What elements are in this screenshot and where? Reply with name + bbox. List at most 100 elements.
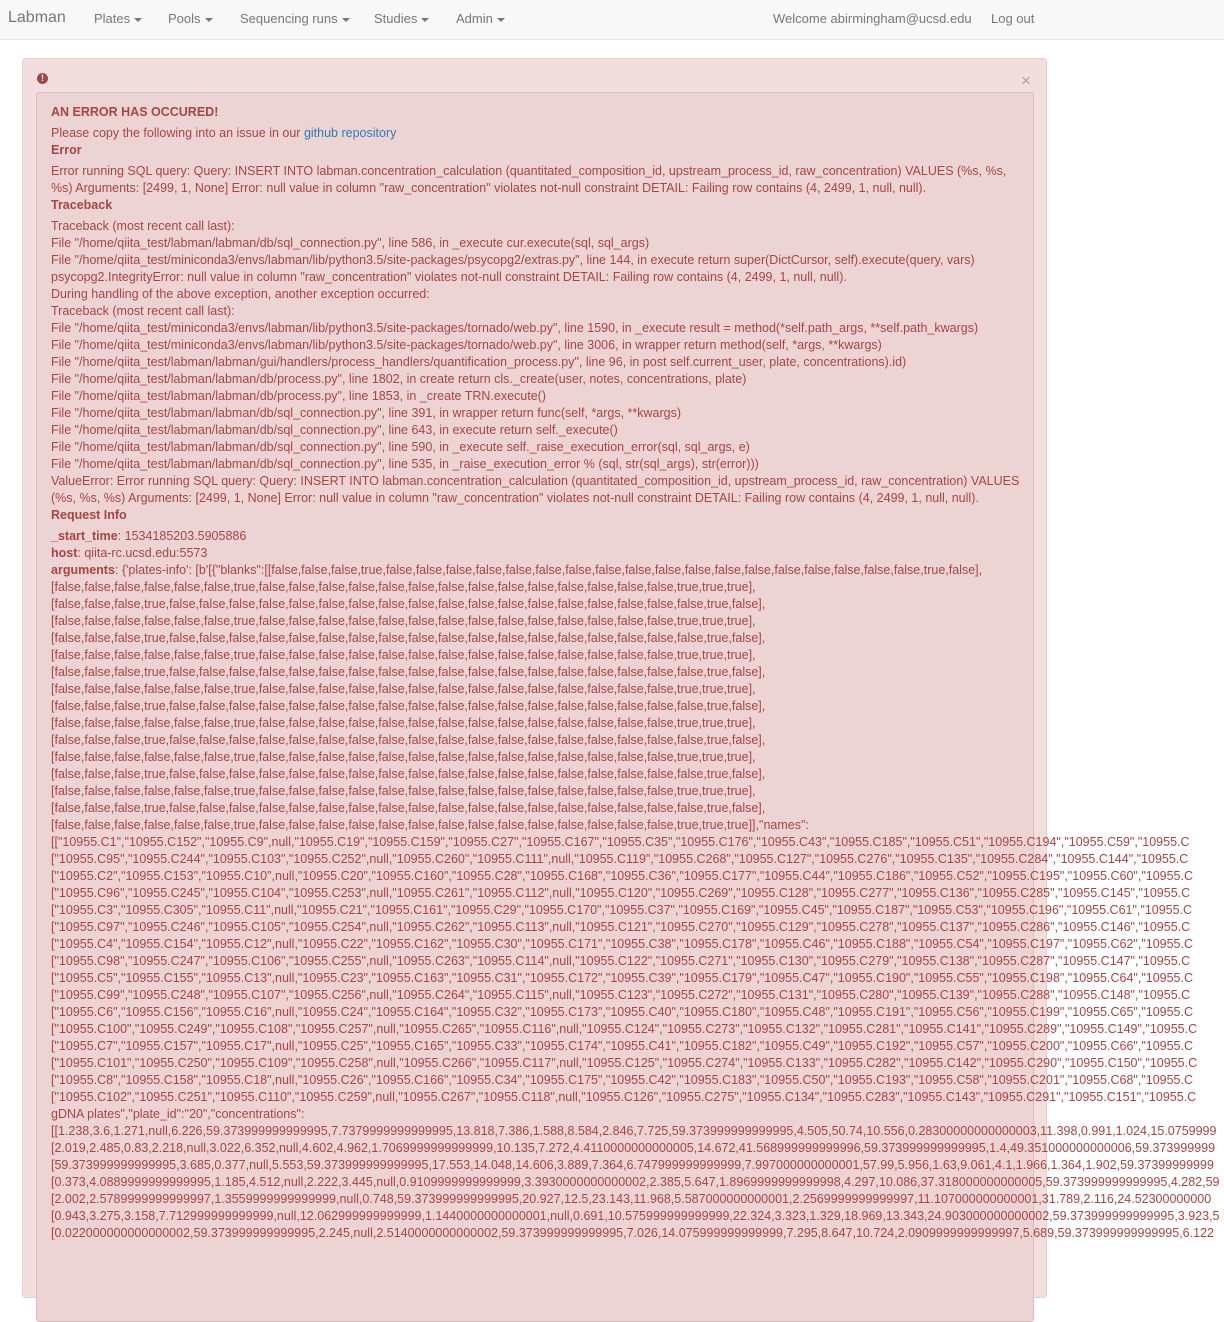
- argument-text: ["10955.C5","10955.C155","10955.C13",nul…: [51, 971, 1194, 985]
- argument-line: [false,false,false,false,false,false,tru…: [51, 681, 1224, 698]
- argument-line: [false,false,false,true,false,false,fals…: [51, 596, 1224, 613]
- argument-text: [false,false,false,true,false,false,fals…: [51, 665, 766, 679]
- argument-text: [2.019,2.485,0.83,2.218,null,3.022,6.352…: [51, 1141, 1216, 1155]
- argument-line: [false,false,false,true,false,false,fals…: [51, 630, 1224, 647]
- host-label: host: [51, 546, 78, 560]
- argument-text: ["10955.C4","10955.C154","10955.C12",nul…: [51, 937, 1194, 951]
- argument-line: ["10955.C6","10955.C156","10955.C16",nul…: [51, 1004, 1224, 1021]
- argument-line: [false,false,false,false,false,false,tru…: [51, 817, 1224, 834]
- arguments-label: arguments: [51, 563, 115, 577]
- argument-text: ["10955.C3","10955.C305","10955.C11",nul…: [51, 903, 1193, 917]
- argument-text: [false,false,false,true,false,false,fals…: [51, 631, 766, 645]
- nav-sequencing-runs-label: Sequencing runs: [240, 11, 338, 26]
- traceback-line: File "/home/qiita_test/labman/labman/db/…: [51, 389, 547, 403]
- argument-text: ["10955.C8","10955.C158","10955.C18",nul…: [51, 1073, 1194, 1087]
- argument-text: [2.002,2.5789999999999997,1.355999999999…: [51, 1192, 1212, 1206]
- nav-plates-label: Plates: [94, 11, 131, 26]
- caret-down-icon: [204, 17, 213, 22]
- argument-line: ["10955.C5","10955.C155","10955.C13",nul…: [51, 970, 1224, 987]
- traceback-line: Traceback (most recent call last):: [51, 219, 235, 233]
- argument-line: gDNA plates","plate_id":"20","concentrat…: [51, 1106, 1224, 1123]
- traceback-line: File "/home/qiita_test/miniconda3/envs/l…: [51, 338, 882, 352]
- host-value: : qiita-rc.ucsd.edu:5573: [77, 546, 208, 560]
- argument-line: [2.019,2.485,0.83,2.218,null,3.022,6.352…: [51, 1140, 1224, 1157]
- argument-text: [false,false,false,true,false,false,fals…: [51, 699, 766, 713]
- argument-line: [false,false,false,false,false,false,tru…: [51, 579, 1224, 596]
- value-error-message: ValueError: Error running SQL query: Que…: [51, 474, 1020, 505]
- argument-line: ["10955.C4","10955.C154","10955.C12",nul…: [51, 936, 1224, 953]
- argument-line: ["10955.C99","10955.C248","10955.C107","…: [51, 987, 1224, 1004]
- argument-line: [[1.238,3.6,1.271,null,6.226,59.37399999…: [51, 1123, 1224, 1140]
- traceback-line: File "/home/qiita_test/labman/labman/db/…: [51, 457, 759, 471]
- nav-admin-dropdown[interactable]: Admin: [456, 11, 505, 26]
- argument-line: [false,false,false,false,false,false,tru…: [51, 783, 1224, 800]
- argument-line: ["10955.C96","10955.C245","10955.C104","…: [51, 885, 1224, 902]
- argument-text: ["10955.C99","10955.C248","10955.C107","…: [51, 988, 1191, 1002]
- argument-line: ["10955.C98","10955.C247","10955.C106","…: [51, 953, 1224, 970]
- argument-text: [false,false,false,false,false,false,tru…: [51, 648, 756, 662]
- nav-pools-dropdown[interactable]: Pools: [168, 11, 213, 26]
- nav-studies-label: Studies: [374, 11, 418, 26]
- error-title: AN ERROR HAS OCCURED!: [51, 105, 219, 119]
- argument-text: [0.373,4.0889999999999995,1.185,4.512,nu…: [51, 1175, 1220, 1189]
- argument-text: [false,false,false,true,false,false,fals…: [51, 801, 766, 815]
- top-navbar: Labman Plates Pools Sequencing runs Stud…: [0, 0, 1224, 40]
- brand-link[interactable]: Labman: [8, 9, 66, 27]
- argument-line: ["10955.C101","10955.C250","10955.C109",…: [51, 1055, 1224, 1072]
- argument-line: [false,false,false,true,false,false,fals…: [51, 800, 1224, 817]
- caret-down-icon: [134, 17, 143, 22]
- start-time-value: : 1534185203.5905886: [117, 529, 247, 543]
- close-icon[interactable]: ×: [1021, 72, 1031, 89]
- start-time-row: _start_time: 1534185203.5905886: [51, 528, 1224, 545]
- argument-text: [false,false,false,false,false,false,tru…: [51, 682, 756, 696]
- argument-line: [false,false,false,true,false,false,fals…: [51, 732, 1224, 749]
- argument-text: ["10955.C97","10955.C246","10955.C105","…: [51, 920, 1191, 934]
- host-row: host: qiita-rc.ucsd.edu:5573: [51, 545, 1224, 562]
- traceback-line: File "/home/qiita_test/labman/labman/db/…: [51, 423, 618, 437]
- argument-text: [["10955.C1","10955.C152","10955.C9",nul…: [51, 835, 1190, 849]
- argument-text: [false,false,false,false,false,false,tru…: [51, 818, 809, 832]
- argument-text: [false,false,false,true,false,false,fals…: [51, 767, 766, 781]
- argument-line: ["10955.C97","10955.C246","10955.C105","…: [51, 919, 1224, 936]
- github-repository-link[interactable]: github repository: [304, 126, 396, 140]
- argument-line: [["10955.C1","10955.C152","10955.C9",nul…: [51, 834, 1224, 851]
- argument-line: [false,false,false,false,false,false,tru…: [51, 613, 1224, 630]
- nav-plates-dropdown[interactable]: Plates: [94, 11, 143, 26]
- argument-text: ["10955.C6","10955.C156","10955.C16",nul…: [51, 1005, 1194, 1019]
- copy-instructions: Please copy the following into an issue …: [51, 125, 1224, 142]
- argument-line: ["10955.C2","10955.C153","10955.C10",nul…: [51, 868, 1224, 885]
- nav-sequencing-runs-dropdown[interactable]: Sequencing runs: [240, 11, 350, 26]
- traceback-heading: Traceback: [51, 198, 113, 212]
- argument-text: ["10955.C100","10955.C249","10955.C108",…: [51, 1022, 1198, 1036]
- traceback-line: File "/home/qiita_test/miniconda3/envs/l…: [51, 253, 975, 267]
- argument-text: : {'plates-info': [b'[{"blanks":[[false,…: [114, 563, 983, 577]
- argument-text: ["10955.C2","10955.C153","10955.C10",nul…: [51, 869, 1194, 883]
- copy-prefix: Please copy the following into an issue …: [51, 126, 304, 140]
- traceback-lines: Traceback (most recent call last): File "…: [51, 218, 1224, 473]
- argument-text: ["10955.C95","10955.C244","10955.C103","…: [51, 852, 1189, 866]
- traceback-line: File "/home/qiita_test/miniconda3/envs/l…: [51, 321, 979, 335]
- argument-text: [false,false,false,false,false,false,tru…: [51, 784, 756, 798]
- argument-line: [2.002,2.5789999999999997,1.355999999999…: [51, 1191, 1224, 1208]
- caret-down-icon: [496, 17, 505, 22]
- argument-text: gDNA plates","plate_id":"20","concentrat…: [51, 1107, 305, 1121]
- argument-text: ["10955.C98","10955.C247","10955.C106","…: [51, 954, 1191, 968]
- argument-line: [0.022000000000000002,59.373999999999995…: [51, 1225, 1224, 1242]
- caret-down-icon: [421, 17, 430, 22]
- argument-line: [false,false,false,true,false,false,fals…: [51, 664, 1224, 681]
- traceback-line: File "/home/qiita_test/labman/labman/gui…: [51, 355, 907, 369]
- traceback-line: Traceback (most recent call last):: [51, 304, 235, 318]
- argument-text: ["10955.C101","10955.C250","10955.C109",…: [51, 1056, 1198, 1070]
- error-heading: Error: [51, 143, 82, 157]
- welcome-text: Welcome abirmingham@ucsd.edu: [773, 11, 972, 26]
- argument-text: [false,false,false,false,false,false,tru…: [51, 750, 756, 764]
- logout-link[interactable]: Log out: [991, 11, 1034, 26]
- argument-line: [false,false,false,false,false,false,tru…: [51, 715, 1224, 732]
- argument-line: [0.373,4.0889999999999995,1.185,4.512,nu…: [51, 1174, 1224, 1191]
- arguments-block: arguments: {'plates-info': [b'[{"blanks"…: [51, 562, 1224, 1242]
- caret-down-icon: [341, 17, 350, 22]
- traceback-line: File "/home/qiita_test/labman/labman/db/…: [51, 440, 750, 454]
- argument-text: ["10955.C96","10955.C245","10955.C104","…: [51, 886, 1191, 900]
- argument-line: ["10955.C3","10955.C305","10955.C11",nul…: [51, 902, 1224, 919]
- nav-studies-dropdown[interactable]: Studies: [374, 11, 430, 26]
